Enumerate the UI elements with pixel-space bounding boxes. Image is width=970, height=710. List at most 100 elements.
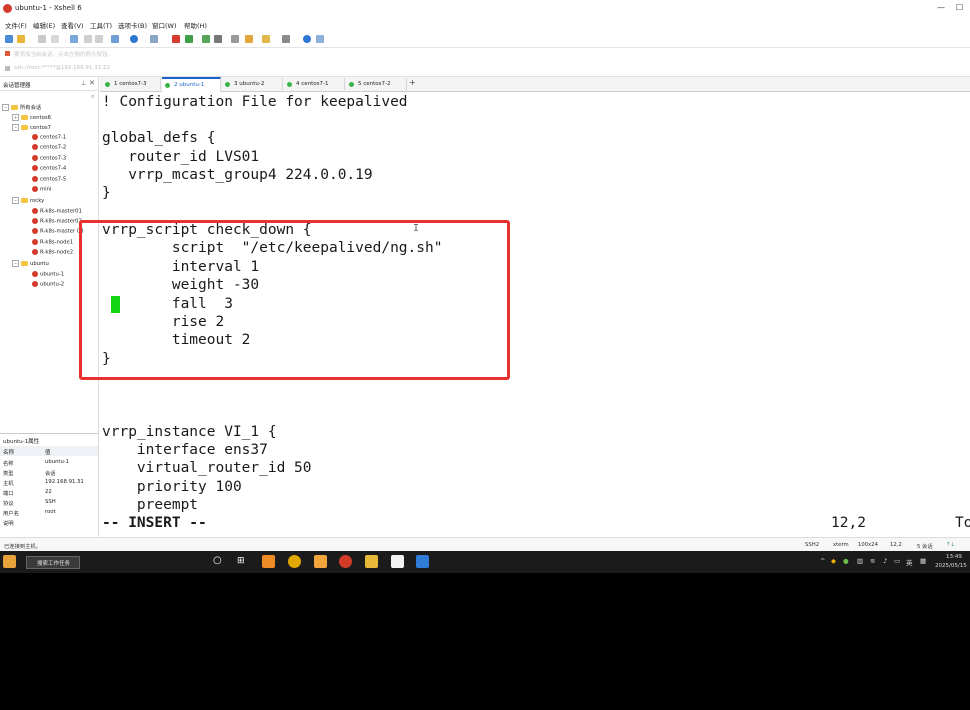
tree-group-centos7[interactable]: − centos7 (12, 124, 51, 134)
address-bar[interactable]: ssh://root:*****@192.168.91.31:22 (0, 61, 970, 77)
folder-icon (21, 198, 28, 203)
toolbar (0, 31, 970, 48)
shield-icon[interactable]: ◆ (831, 557, 836, 565)
scroll-arrows-icon[interactable]: ⇡⇣ (946, 542, 955, 548)
file-explorer-icon[interactable] (365, 555, 378, 568)
prop-row: 用户名 root (3, 509, 56, 517)
xshell-taskbar-icon[interactable] (339, 555, 352, 568)
terminal-line: vrrp_instance VI_1 { (102, 424, 277, 440)
chrome-icon[interactable] (288, 555, 301, 568)
tab-centos7-3[interactable]: 1 centos7-3 (102, 78, 161, 90)
tree-item[interactable]: centos7-2 (32, 144, 66, 154)
properties-icon[interactable] (111, 35, 119, 43)
terminal-line: preempt (102, 497, 199, 513)
volume-icon[interactable]: ♪ (883, 557, 887, 565)
clock-date[interactable]: 2025/05/15 (935, 563, 967, 569)
minimize-icon[interactable]: — (937, 3, 945, 12)
photos-icon[interactable] (416, 555, 429, 568)
tree-root[interactable]: − 所有会话 (2, 103, 41, 113)
session-icon (32, 271, 38, 277)
pen-icon[interactable] (245, 35, 253, 43)
new-session-icon[interactable] (5, 35, 13, 43)
tree-group-centos6[interactable]: + centos6 (12, 114, 51, 124)
tree-group-ubuntu[interactable]: − ubuntu (12, 260, 49, 270)
font-icon[interactable] (150, 35, 158, 43)
reconnect-icon[interactable] (70, 35, 78, 43)
session-icon (32, 144, 38, 150)
tree-item[interactable]: centos7-4 (32, 165, 66, 175)
transfer-icon[interactable] (202, 35, 210, 43)
lock-icon[interactable] (214, 35, 222, 43)
task-view-icon[interactable]: ⊞ (237, 556, 245, 566)
tree-item[interactable]: ubuntu-1 (32, 271, 64, 281)
menu-tools[interactable]: 工具(T) (90, 20, 112, 30)
tree-item[interactable]: R-k8s-node2 (32, 249, 73, 259)
menu-edit[interactable]: 编辑(E) (33, 20, 55, 30)
disconnect-icon[interactable] (51, 35, 59, 43)
add-tab-icon[interactable]: + (409, 78, 416, 87)
tree-item[interactable]: mini (32, 186, 51, 196)
status-dot-icon (165, 83, 170, 88)
tree-item[interactable]: R-k8s-master02 (32, 218, 82, 228)
app-icon-1[interactable] (262, 555, 275, 568)
xftp-icon[interactable] (172, 35, 180, 43)
session-icon (32, 155, 38, 161)
typora-icon[interactable] (391, 555, 404, 568)
xshell-logo-icon (3, 4, 12, 13)
tab-centos7-1[interactable]: 4 centos7-1 (284, 78, 345, 90)
tab-ubuntu-1[interactable]: 2 ubuntu-1 (162, 77, 221, 92)
connect-icon[interactable] (38, 35, 46, 43)
help-icon[interactable] (303, 35, 311, 43)
session-icon (32, 186, 38, 192)
taskbar-search-text: 搜索工作任务 (37, 561, 71, 567)
session-tabs: 1 centos7-3 2 ubuntu-1 3 ubuntu-2 4 cent… (100, 77, 970, 92)
tab-ubuntu-2[interactable]: 3 ubuntu-2 (222, 78, 283, 90)
tree-item[interactable]: R-k8s-master01 (32, 208, 82, 218)
layout-icon[interactable] (282, 35, 290, 43)
tree-item[interactable]: R-k8s-node1 (32, 239, 73, 249)
pin-icon[interactable]: ⊥ (81, 80, 86, 87)
clock-time[interactable]: 13:49 (946, 554, 962, 560)
copy-icon[interactable] (84, 35, 92, 43)
search-icon[interactable]: ⌕ (91, 93, 94, 101)
tile-icon[interactable] (262, 35, 270, 43)
tab-centos7-2[interactable]: 5 centos7-2 (346, 78, 407, 90)
ime-icon[interactable]: 英 (906, 557, 913, 567)
search-icon[interactable] (95, 35, 103, 43)
menu-window[interactable]: 窗口(W) (152, 20, 177, 30)
globe-icon[interactable] (130, 35, 138, 43)
menu-file[interactable]: 文件(F) (5, 20, 27, 30)
tree-item[interactable]: centos7-5 (32, 176, 66, 186)
maximize-icon[interactable]: ☐ (956, 3, 963, 12)
tree-item[interactable]: ubuntu-2 (32, 281, 64, 291)
folder-icon (21, 115, 28, 120)
menu-view[interactable]: 查看(V) (61, 20, 84, 30)
keyboard-icon[interactable] (231, 35, 239, 43)
wechat-icon[interactable]: ● (843, 557, 849, 565)
prop-header-name: 名称 (3, 450, 15, 456)
start-icon[interactable] (3, 555, 16, 568)
search-circle-icon[interactable]: ○ (213, 555, 222, 566)
network-icon[interactable]: ▥ (857, 557, 863, 565)
tray-chevron-icon[interactable]: ^ (820, 557, 825, 565)
tree-item[interactable]: centos7-3 (32, 155, 66, 165)
taskbar-search[interactable]: 搜索工作任务 (26, 556, 80, 569)
ime-mode-icon[interactable]: ▦ (920, 557, 926, 565)
script-icon[interactable] (185, 35, 193, 43)
vim-scroll-position: To (955, 515, 970, 531)
app-icon-3[interactable] (314, 555, 327, 568)
tree-item[interactable]: centos7-1 (32, 134, 66, 144)
prop-row: 类型 会话 (3, 471, 56, 477)
tree-group-rocky[interactable]: − rocky (12, 197, 44, 207)
battery-icon[interactable]: ▭ (894, 557, 900, 565)
chat-icon[interactable] (316, 35, 324, 43)
menu-help[interactable]: 帮助(H) (184, 20, 207, 30)
close-icon[interactable]: ✕ (89, 79, 95, 87)
open-folder-icon[interactable] (17, 35, 25, 43)
status-term: xterm (833, 542, 849, 548)
terminal-line: router_id LVS01 (102, 149, 260, 165)
properties-panel: ubuntu-1属性 名称 值 名称 ubuntu-1 类型 会话 主机 192.16… (0, 433, 98, 538)
menu-tab[interactable]: 选项卡(B) (118, 20, 147, 30)
tree-item[interactable]: R-k8s-master 03 (32, 228, 84, 238)
wifi-icon[interactable]: ≋ (870, 557, 875, 565)
